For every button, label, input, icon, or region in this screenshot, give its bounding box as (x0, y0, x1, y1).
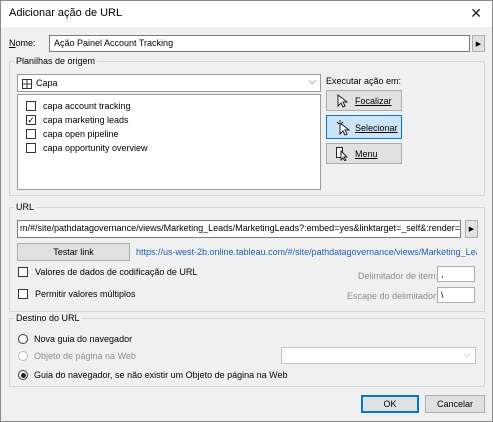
name-insert-button[interactable]: ▶ (472, 35, 485, 52)
multi-values-checkbox-row[interactable]: Permitir valores múltiplos (18, 289, 136, 299)
ok-label: OK (383, 399, 397, 409)
target-option-new-tab[interactable]: Nova guia do navegador (18, 334, 132, 344)
multi-values-checkbox[interactable] (18, 289, 28, 299)
triangle-right-icon: ▶ (468, 226, 475, 233)
target-option-label: Guia do navegador, se não existir um Obj… (34, 370, 288, 380)
close-icon[interactable]: ✕ (470, 4, 482, 22)
list-item[interactable]: capa opportunity overview (26, 141, 148, 155)
target-option-web-object: Objeto de página na Web (18, 351, 136, 361)
name-input[interactable]: Ação Painel Account Tracking (49, 35, 470, 52)
cancel-label: Cancelar (436, 399, 474, 409)
hover-button[interactable]: Focalizar (326, 90, 402, 111)
checkbox[interactable] (26, 101, 36, 111)
run-action-label: Executar ação em: (326, 76, 402, 86)
url-legend: URL (16, 202, 35, 212)
title-bar: Adicionar ação de URL ✕ (1, 1, 492, 27)
url-preview: https://us-west-2b.online.tableau.com/#/… (136, 247, 477, 257)
pointer-icon (337, 94, 348, 108)
ok-button[interactable]: OK (361, 395, 419, 413)
url-input[interactable]: m/#/site/pathdatagovernance/views/Market… (17, 220, 461, 238)
list-item[interactable]: capa open pipeline (26, 127, 119, 141)
radio-button[interactable] (18, 370, 28, 380)
menu-icon (336, 147, 349, 161)
dialog-title: Adicionar ação de URL (9, 7, 123, 19)
select-button-label: Selecionar (355, 123, 398, 133)
url-insert-button[interactable]: ▶ (465, 220, 478, 238)
encode-url-label: Valores de dados de codificação de URL (35, 267, 198, 277)
list-item-label: capa account tracking (43, 101, 131, 111)
url-target-legend: Destino do URL (16, 313, 80, 323)
dialog-window: Adicionar ação de URL ✕ Nome: Ação Paine… (0, 0, 493, 422)
test-link-label: Testar link (53, 247, 94, 257)
item-delimiter-label: Delimitador de item: (358, 271, 439, 281)
radio-button[interactable] (18, 334, 28, 344)
target-option-label: Nova guia do navegador (34, 334, 133, 344)
encode-url-checkbox-row[interactable]: Valores de dados de codificação de URL (18, 267, 197, 277)
list-item[interactable]: capa account tracking (26, 99, 131, 113)
dashboard-select[interactable]: Capa ⌵ (17, 74, 321, 92)
chevron-down-icon: ⌵ (463, 349, 471, 360)
triangle-right-icon: ▶ (475, 40, 482, 48)
dashboard-select-value: Capa (36, 78, 58, 88)
select-icon (336, 120, 350, 136)
target-option-label: Objeto de página na Web (34, 351, 136, 361)
escape-delimiter-input[interactable]: \ (437, 287, 475, 303)
radio-button (18, 351, 28, 361)
name-label: Nome: (9, 38, 36, 48)
chevron-down-icon: ⌵ (308, 76, 316, 87)
menu-button-label: Menu (355, 149, 378, 159)
target-option-browser-tab[interactable]: Guia do navegador, se não existir um Obj… (18, 370, 288, 380)
item-delimiter-value: , (441, 269, 444, 279)
web-object-select: ⌵ (281, 347, 476, 364)
dashboard-icon (22, 79, 32, 89)
sheet-list[interactable]: capa account tracking ✓ capa marketing l… (17, 94, 321, 190)
test-link-button[interactable]: Testar link (17, 243, 130, 261)
cancel-button[interactable]: Cancelar (425, 395, 485, 413)
multi-values-label: Permitir valores múltiplos (35, 289, 136, 299)
list-item-label: capa opportunity overview (43, 143, 148, 153)
menu-button[interactable]: Menu (326, 143, 402, 164)
item-delimiter-input[interactable]: , (437, 266, 475, 282)
list-item-label: capa open pipeline (43, 129, 119, 139)
list-item[interactable]: ✓ capa marketing leads (26, 113, 129, 127)
hover-button-label: Focalizar (355, 96, 392, 106)
escape-delimiter-label: Escape do delimitador: (347, 291, 439, 301)
source-sheets-legend: Planilhas de origem (16, 56, 96, 66)
checkbox[interactable] (26, 143, 36, 153)
checkbox[interactable]: ✓ (26, 115, 36, 125)
select-button[interactable]: Selecionar (326, 115, 402, 139)
escape-delimiter-value: \ (441, 290, 444, 300)
list-item-label: capa marketing leads (43, 115, 129, 125)
checkbox[interactable] (26, 129, 36, 139)
encode-url-checkbox[interactable] (18, 267, 28, 277)
